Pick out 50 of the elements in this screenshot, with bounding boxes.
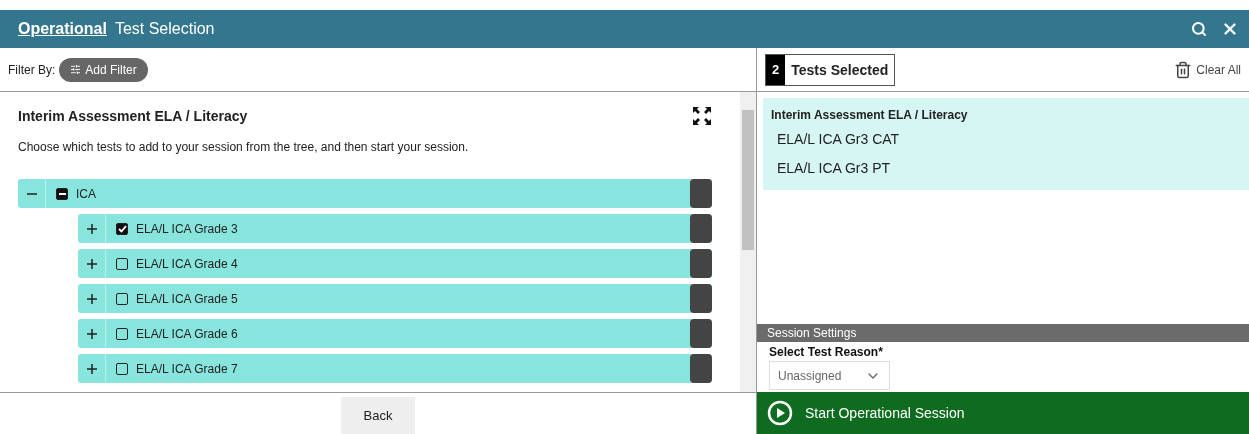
plus-icon (86, 363, 97, 374)
sliders-icon (70, 64, 82, 75)
expand-icon[interactable] (692, 106, 712, 126)
start-session-button[interactable]: Start Operational Session (757, 392, 1249, 434)
scrollbar-thumb[interactable] (742, 110, 754, 250)
dash-icon (58, 192, 66, 195)
tree-label[interactable]: ELA/L ICA Grade 3 (136, 221, 238, 236)
reason-select[interactable]: Unassigned (769, 361, 890, 390)
checkbox[interactable] (116, 362, 128, 375)
tree-label[interactable]: ELA/L ICA Grade 4 (136, 256, 238, 271)
filter-label: Filter By: (8, 62, 56, 77)
plus-icon (86, 328, 97, 339)
checkbox[interactable] (116, 292, 128, 305)
drag-handle[interactable] (690, 179, 712, 208)
tree-label[interactable]: ELA/L ICA Grade 6 (136, 326, 238, 341)
selected-test: ELA/L ICA Gr3 PT (776, 159, 892, 178)
trash-icon (1174, 60, 1193, 79)
checkmark-icon (117, 224, 127, 233)
drag-handle[interactable] (690, 214, 712, 243)
plus-icon (86, 293, 97, 304)
search-icon[interactable] (1191, 21, 1207, 37)
tree-label[interactable]: ELA/L ICA Grade 7 (136, 361, 238, 376)
plus-icon (86, 223, 97, 234)
window-title: Test Selection (114, 20, 215, 38)
plus-icon (86, 258, 97, 269)
tree-label[interactable]: ELA/L ICA Grade 5 (136, 291, 238, 306)
drag-handle[interactable] (690, 354, 712, 383)
instructions: Choose which tests to add to your session from the tree, and then start your session. (18, 140, 470, 154)
scrollbar[interactable] (740, 92, 756, 392)
tree-label[interactable]: ICA (76, 186, 96, 201)
session-settings-header: Session Settings (757, 324, 1249, 342)
clear-all-button[interactable]: Clear All (1174, 60, 1241, 79)
count-badge: 2 (766, 54, 786, 85)
drag-handle[interactable] (690, 249, 712, 278)
back-button[interactable]: Back (341, 397, 415, 434)
mode-title: Operational (18, 20, 107, 38)
checkbox[interactable] (56, 187, 68, 200)
group-title: Interim Assessment ELA / Literacy (771, 108, 969, 122)
selected-test: ELA/L ICA Gr3 CAT (776, 130, 901, 149)
drag-handle[interactable] (690, 319, 712, 348)
close-icon[interactable] (1221, 20, 1239, 38)
assessment-title: Interim Assessment ELA / Literacy (18, 108, 248, 124)
count-label: Tests Selected (790, 60, 890, 80)
checkbox[interactable] (116, 222, 128, 235)
play-icon (767, 400, 793, 426)
checkbox[interactable] (116, 327, 128, 340)
drag-handle[interactable] (690, 284, 712, 313)
reason-label: Select Test Reason* (769, 345, 884, 359)
checkbox[interactable] (116, 257, 128, 270)
add-filter-button[interactable]: Add Filter (59, 57, 148, 82)
